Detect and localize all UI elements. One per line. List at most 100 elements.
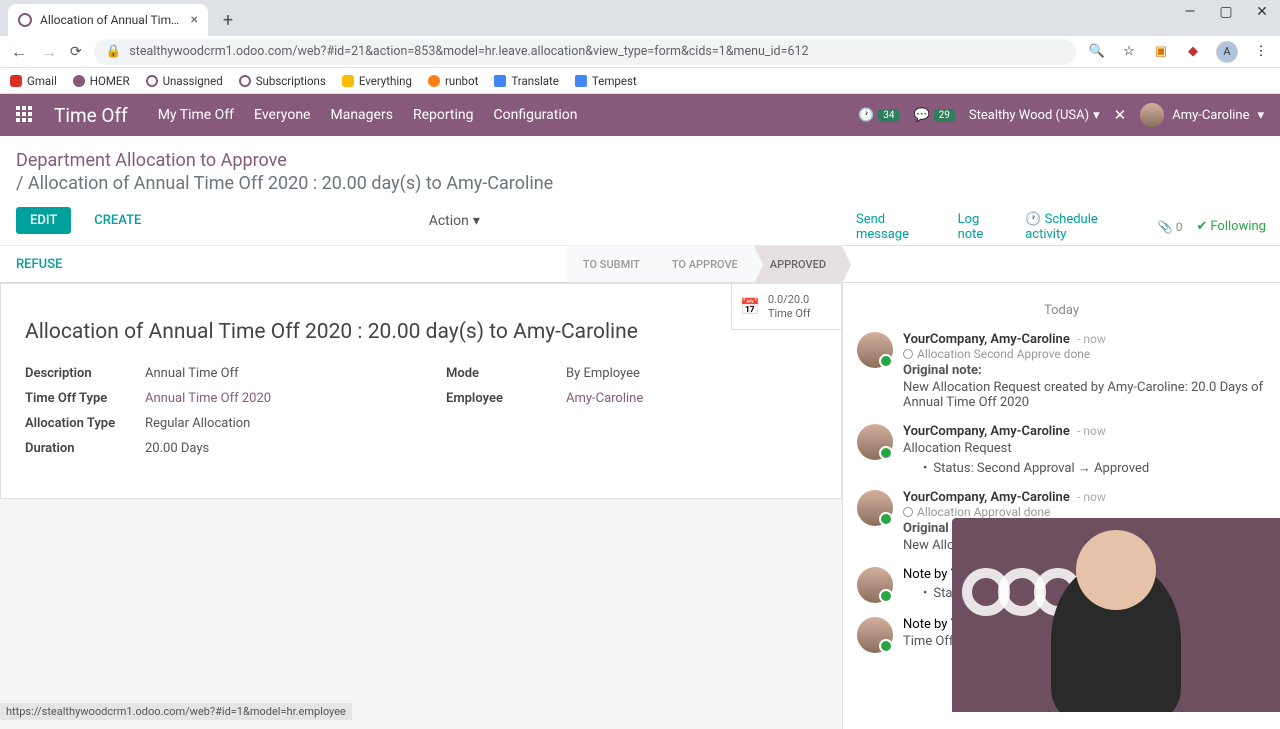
schedule-activity-button[interactable]: 🕐 Schedule activity bbox=[1025, 212, 1140, 242]
message-avatar bbox=[857, 424, 893, 460]
send-message-button[interactable]: Send message bbox=[856, 212, 940, 242]
message-subtype: Allocation Second Approve done bbox=[903, 347, 1266, 361]
message-time: - now bbox=[1077, 490, 1106, 504]
unassigned-icon bbox=[146, 75, 158, 87]
user-menu[interactable]: Amy-Caroline ▾ bbox=[1140, 103, 1264, 127]
bookmark-homer[interactable]: HOMER bbox=[73, 74, 130, 88]
user-name: Amy-Caroline bbox=[1172, 108, 1249, 123]
homer-icon bbox=[73, 75, 85, 87]
star-icon[interactable]: ☆ bbox=[1120, 43, 1138, 61]
close-icon[interactable]: × bbox=[191, 12, 198, 28]
app-header: Time Off My Time Off Everyone Managers R… bbox=[0, 94, 1280, 136]
dismiss-icon[interactable]: ✕ bbox=[1114, 106, 1127, 124]
label-mode: Mode bbox=[446, 366, 566, 381]
calendar-icon: 📅 bbox=[740, 297, 760, 316]
zoom-icon[interactable]: 🔍 bbox=[1088, 43, 1106, 61]
bookmark-translate[interactable]: Translate bbox=[494, 74, 559, 88]
chatter-message: YourCompany, Amy-Caroline - now Allocati… bbox=[857, 332, 1266, 410]
nav-links: My Time Off Everyone Managers Reporting … bbox=[158, 107, 578, 123]
action-dropdown[interactable]: Action▾ bbox=[429, 213, 480, 229]
message-avatar bbox=[857, 490, 893, 526]
ext1-icon[interactable]: ▣ bbox=[1152, 43, 1170, 61]
lock-icon: 🔒 bbox=[106, 44, 122, 59]
messages-badge[interactable]: 💬29 bbox=[913, 108, 954, 123]
date-separator: Today bbox=[857, 303, 1266, 318]
bookmark-subscriptions[interactable]: Subscriptions bbox=[239, 74, 326, 88]
chevron-down-icon: ▾ bbox=[1093, 108, 1100, 123]
message-author: YourCompany, Amy-Caroline bbox=[903, 332, 1070, 347]
minimize-icon[interactable]: — bbox=[1180, 4, 1200, 20]
tab-bar: Allocation of Annual Time Off 2… × + — ▢… bbox=[0, 0, 1280, 36]
subs-icon bbox=[239, 75, 251, 87]
create-button[interactable]: CREATE bbox=[81, 206, 154, 235]
form-panel: 📅 0.0/20.0 Time Off Allocation of Annual… bbox=[0, 283, 842, 729]
chatter-message: YourCompany, Amy-Caroline - now Allocati… bbox=[857, 424, 1266, 476]
header-right: 🕐34 💬29 Stealthy Wood (USA)▾ ✕ Amy-Carol… bbox=[858, 103, 1264, 127]
message-avatar bbox=[857, 567, 893, 603]
value-duration: 20.00 Days bbox=[145, 441, 209, 456]
bookmark-unassigned[interactable]: Unassigned bbox=[146, 74, 223, 88]
activity-badge[interactable]: 🕐34 bbox=[858, 108, 899, 123]
nav-my-time-off[interactable]: My Time Off bbox=[158, 107, 234, 123]
refuse-button[interactable]: REFUSE bbox=[16, 246, 62, 282]
new-tab-button[interactable]: + bbox=[214, 6, 242, 34]
stat-button-time-off[interactable]: 📅 0.0/20.0 Time Off bbox=[731, 284, 841, 330]
profile-avatar[interactable]: A bbox=[1216, 41, 1238, 63]
url-input[interactable]: 🔒 stealthywoodcrm1.odoo.com/web?#id=21&a… bbox=[94, 39, 1076, 65]
label-alloc-type: Allocation Type bbox=[25, 416, 145, 431]
browser-chrome: Allocation of Annual Time Off 2… × + — ▢… bbox=[0, 0, 1280, 68]
value-description: Annual Time Off bbox=[145, 366, 239, 381]
browser-tab[interactable]: Allocation of Annual Time Off 2… × bbox=[8, 4, 208, 36]
bookmark-everything[interactable]: Everything bbox=[342, 74, 412, 88]
status-to-submit[interactable]: TO SUBMIT bbox=[567, 246, 656, 282]
maximize-icon[interactable]: ▢ bbox=[1216, 4, 1236, 20]
label-employee: Employee bbox=[446, 391, 566, 406]
tab-favicon bbox=[18, 13, 32, 27]
bookmark-tempest[interactable]: Tempest bbox=[575, 74, 637, 88]
form-card: 📅 0.0/20.0 Time Off Allocation of Annual… bbox=[0, 283, 842, 499]
addr-icons: 🔍 ☆ ▣ ◆ A ⋮ bbox=[1088, 41, 1270, 63]
breadcrumb-current: / Allocation of Annual Time Off 2020 : 2… bbox=[16, 173, 1264, 194]
edit-button[interactable]: EDIT bbox=[16, 207, 71, 234]
refresh-button[interactable]: ⟳ bbox=[70, 44, 82, 60]
message-author: YourCompany, Amy-Caroline bbox=[903, 424, 1070, 439]
close-window-icon[interactable]: ✕ bbox=[1252, 4, 1272, 20]
address-bar: ← → ⟳ 🔒 stealthywoodcrm1.odoo.com/web?#i… bbox=[0, 36, 1280, 68]
menu-icon[interactable]: ⋮ bbox=[1252, 43, 1270, 61]
nav-configuration[interactable]: Configuration bbox=[494, 107, 578, 123]
nav-reporting[interactable]: Reporting bbox=[413, 107, 474, 123]
stat-value: 0.0/20.0 bbox=[768, 293, 811, 306]
chevron-down-icon: ▾ bbox=[1257, 108, 1264, 123]
app-title[interactable]: Time Off bbox=[54, 104, 128, 127]
apps-menu-icon[interactable] bbox=[16, 106, 34, 124]
video-overlay bbox=[952, 518, 1280, 712]
nav-managers[interactable]: Managers bbox=[330, 107, 392, 123]
value-employee[interactable]: Amy-Caroline bbox=[566, 391, 643, 406]
message-author: YourCompany, Amy-Caroline bbox=[903, 490, 1070, 505]
nav-everyone[interactable]: Everyone bbox=[254, 107, 310, 123]
message-time: - now bbox=[1077, 332, 1106, 346]
clock-icon: 🕐 bbox=[1025, 212, 1041, 227]
tempest-icon bbox=[575, 75, 587, 87]
chat-icon: 💬 bbox=[913, 108, 929, 123]
breadcrumb-parent[interactable]: Department Allocation to Approve bbox=[16, 150, 1264, 171]
message-body: Allocation Request bbox=[903, 441, 1266, 456]
following-button[interactable]: ✔Following bbox=[1196, 219, 1266, 234]
runbot-icon bbox=[428, 75, 440, 87]
value-alloc-type: Regular Allocation bbox=[145, 416, 250, 431]
status-approved[interactable]: APPROVED bbox=[754, 246, 842, 282]
forward-button[interactable]: → bbox=[40, 42, 58, 62]
ext2-icon[interactable]: ◆ bbox=[1184, 43, 1202, 61]
note-icon bbox=[903, 349, 913, 359]
log-note-button[interactable]: Log note bbox=[958, 212, 1008, 242]
bookmark-runbot[interactable]: runbot bbox=[428, 74, 478, 88]
company-selector[interactable]: Stealthy Wood (USA)▾ bbox=[969, 108, 1100, 123]
message-subtype: Allocation Approval done bbox=[903, 505, 1266, 519]
value-type[interactable]: Annual Time Off 2020 bbox=[145, 391, 271, 406]
attachments-button[interactable]: 📎0 bbox=[1158, 220, 1183, 234]
status-to-approve[interactable]: TO APPROVE bbox=[656, 246, 754, 282]
bookmark-gmail[interactable]: Gmail bbox=[10, 74, 57, 88]
tab-title: Allocation of Annual Time Off 2… bbox=[40, 13, 183, 27]
back-button[interactable]: ← bbox=[10, 42, 28, 62]
url-text: stealthywoodcrm1.odoo.com/web?#id=21&act… bbox=[129, 44, 1064, 59]
